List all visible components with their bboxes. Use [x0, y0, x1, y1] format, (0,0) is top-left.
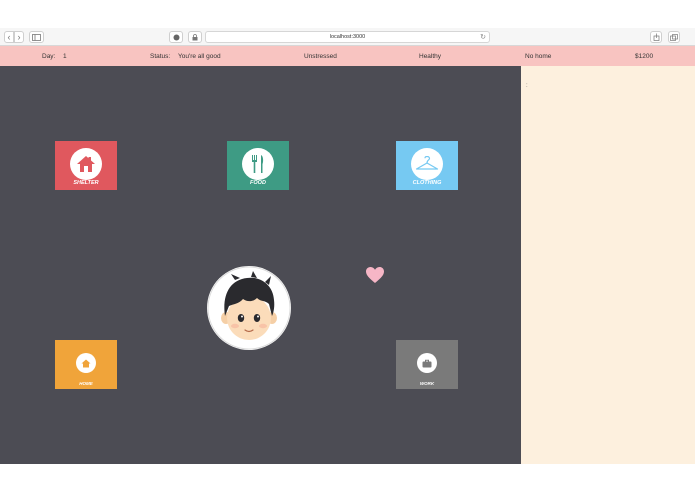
tabs-overview-button[interactable] — [668, 31, 680, 43]
boy-face-icon — [207, 266, 291, 350]
house-icon — [77, 156, 95, 172]
status-bar: Day: 1 Status: You're all good Unstresse… — [0, 46, 695, 66]
avatar[interactable] — [207, 266, 291, 350]
url-text: localhost:3000 — [329, 34, 366, 40]
clothing-tile[interactable]: CLOTHING — [396, 141, 458, 190]
health-status: Healthy — [419, 53, 442, 60]
lock-button[interactable] — [188, 31, 202, 43]
work-label: WORK — [419, 381, 435, 386]
side-panel-text: : — [526, 83, 528, 89]
hanger-icon — [415, 156, 439, 170]
clothing-label: CLOTHING — [412, 180, 442, 186]
sidebar-icon — [32, 33, 41, 41]
fork-knife-icon — [252, 155, 264, 173]
clothing-icon-circle — [411, 148, 443, 180]
status-label: Status: — [150, 53, 171, 60]
heart-icon — [366, 267, 384, 283]
chevron-left-icon: ‹ — [7, 31, 11, 42]
work-tile[interactable]: WORK — [396, 340, 458, 389]
food-tile[interactable]: FOOD — [227, 141, 289, 190]
shelter-tile[interactable]: SHELTER — [55, 141, 117, 190]
briefcase-icon — [422, 359, 432, 367]
share-button[interactable] — [650, 31, 662, 43]
privacy-button[interactable] — [169, 31, 183, 43]
status-value: You're all good — [178, 53, 221, 60]
address-bar[interactable]: localhost:3000 ↻ — [205, 31, 490, 43]
browser-toolbar: ‹ › localhost:3000 ↻ — [0, 28, 695, 46]
day-value: 1 — [63, 53, 67, 60]
shelter-label: SHELTER — [73, 180, 99, 186]
home-label: HOME — [79, 381, 93, 386]
home-icon — [81, 359, 91, 367]
work-icon-circle — [417, 353, 437, 373]
home-tile[interactable]: HOME — [55, 340, 117, 389]
chevron-right-icon: › — [17, 31, 21, 42]
day-label: Day: — [42, 53, 56, 60]
shield-icon — [173, 34, 179, 40]
back-button[interactable]: ‹ — [4, 31, 14, 43]
side-panel: : — [521, 66, 695, 464]
game-area: SHELTER FOOD CLOTHING HOME WORK — [0, 66, 521, 464]
stress-status: Unstressed — [304, 53, 337, 60]
shelter-icon-circle — [70, 148, 102, 180]
food-icon-circle — [242, 148, 274, 180]
page-bottom — [0, 464, 695, 494]
tabs-icon — [670, 33, 678, 41]
food-label: FOOD — [250, 180, 266, 186]
home-icon-circle — [76, 353, 96, 373]
lock-icon — [192, 33, 198, 40]
home-status: No home — [525, 53, 552, 60]
share-icon — [653, 33, 659, 41]
reload-icon[interactable]: ↻ — [480, 33, 486, 41]
money-value: $1200 — [635, 53, 654, 60]
sidebar-toggle-button[interactable] — [29, 31, 44, 43]
forward-button[interactable]: › — [14, 31, 24, 43]
